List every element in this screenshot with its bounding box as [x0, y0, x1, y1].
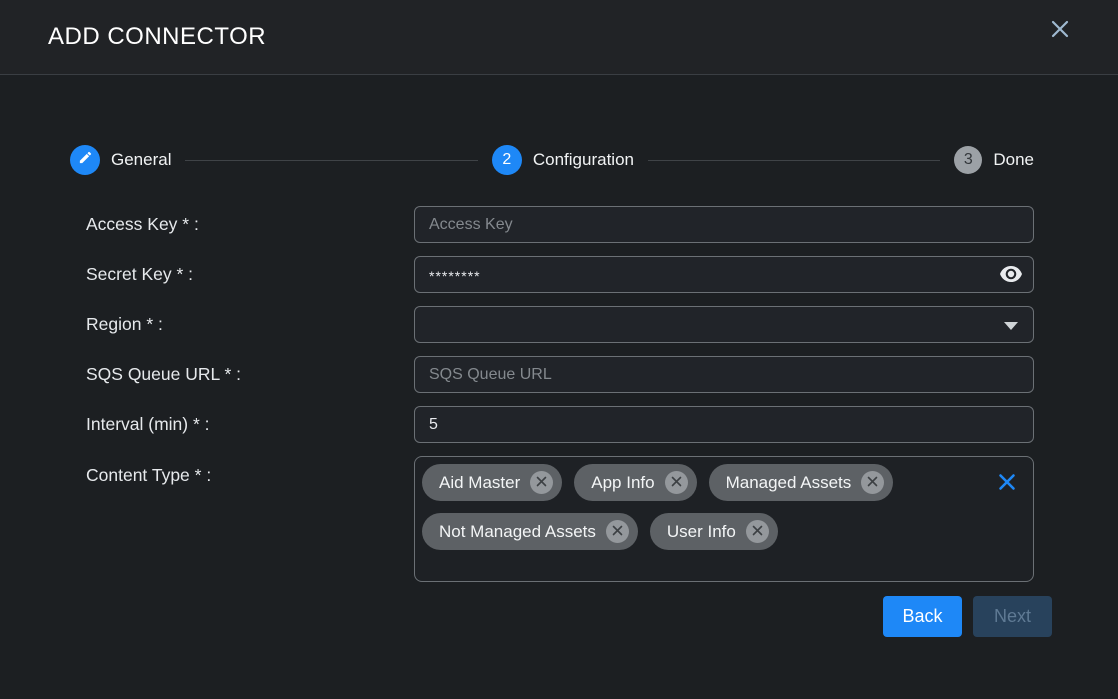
chip-user-info: User Info [650, 513, 778, 550]
secret-key-label: Secret Key * : [86, 264, 414, 285]
chip-label: Aid Master [439, 473, 520, 493]
access-key-label: Access Key * : [86, 214, 414, 235]
wizard-stepper: General 2 Configuration 3 Done [70, 145, 1034, 175]
remove-chip-button[interactable] [530, 471, 553, 494]
next-button[interactable]: Next [973, 596, 1052, 637]
interval-row: Interval (min) * : [0, 406, 1118, 443]
region-select[interactable] [414, 306, 1034, 343]
clear-all-icon [997, 472, 1017, 495]
stepper-connector [185, 160, 477, 161]
close-icon [1049, 18, 1071, 43]
step-configuration[interactable]: 2 Configuration [492, 145, 634, 175]
sqs-queue-url-row: SQS Queue URL * : [0, 356, 1118, 393]
step-general-circle [70, 145, 100, 175]
step-configuration-label: Configuration [533, 150, 634, 170]
step-done-label: Done [993, 150, 1034, 170]
clear-all-button[interactable] [996, 472, 1018, 494]
remove-icon [536, 475, 547, 490]
interval-label: Interval (min) * : [86, 414, 414, 435]
step-done-circle: 3 [954, 146, 982, 174]
back-button[interactable]: Back [883, 596, 962, 637]
remove-icon [612, 524, 623, 539]
region-row: Region * : [0, 306, 1118, 343]
content-type-label: Content Type * : [86, 456, 414, 486]
chevron-down-icon [1004, 322, 1018, 330]
secret-key-row: Secret Key * : [0, 256, 1118, 293]
step-general[interactable]: General [70, 145, 171, 175]
pencil-icon [78, 150, 93, 170]
content-type-row: Content Type * : Aid Master App Info [0, 456, 1118, 582]
interval-field[interactable] [414, 406, 1034, 443]
remove-chip-button[interactable] [665, 471, 688, 494]
access-key-row: Access Key * : [0, 206, 1118, 243]
connector-config-form: Access Key * : Secret Key * : Region * :… [0, 206, 1118, 637]
eye-icon [999, 265, 1023, 286]
chip-label: Not Managed Assets [439, 522, 596, 542]
page-title: ADD CONNECTOR [48, 23, 266, 51]
chip-aid-master: Aid Master [422, 464, 562, 501]
chip-managed-assets: Managed Assets [709, 464, 894, 501]
remove-chip-button[interactable] [861, 471, 884, 494]
stepper-connector [648, 160, 940, 161]
remove-chip-button[interactable] [606, 520, 629, 543]
wizard-footer: Back Next [0, 596, 1052, 637]
modal-header: ADD CONNECTOR [0, 0, 1118, 75]
chip-label: User Info [667, 522, 736, 542]
content-type-multiselect[interactable]: Aid Master App Info [414, 456, 1034, 582]
secret-key-field[interactable] [414, 256, 1034, 293]
step-configuration-circle: 2 [492, 145, 522, 175]
remove-chip-button[interactable] [746, 520, 769, 543]
step-general-label: General [111, 150, 171, 170]
chip-app-info: App Info [574, 464, 696, 501]
remove-icon [671, 475, 682, 490]
step-done: 3 Done [954, 146, 1034, 174]
content-type-chip-list: Aid Master App Info [422, 464, 987, 550]
access-key-field[interactable] [414, 206, 1034, 243]
remove-icon [752, 524, 763, 539]
chip-label: Managed Assets [726, 473, 852, 493]
region-label: Region * : [86, 314, 414, 335]
toggle-password-visibility-button[interactable] [998, 263, 1024, 287]
chip-label: App Info [591, 473, 654, 493]
close-button[interactable] [1046, 16, 1074, 44]
remove-icon [867, 475, 878, 490]
sqs-queue-url-field[interactable] [414, 356, 1034, 393]
chip-not-managed-assets: Not Managed Assets [422, 513, 638, 550]
sqs-queue-url-label: SQS Queue URL * : [86, 364, 414, 385]
